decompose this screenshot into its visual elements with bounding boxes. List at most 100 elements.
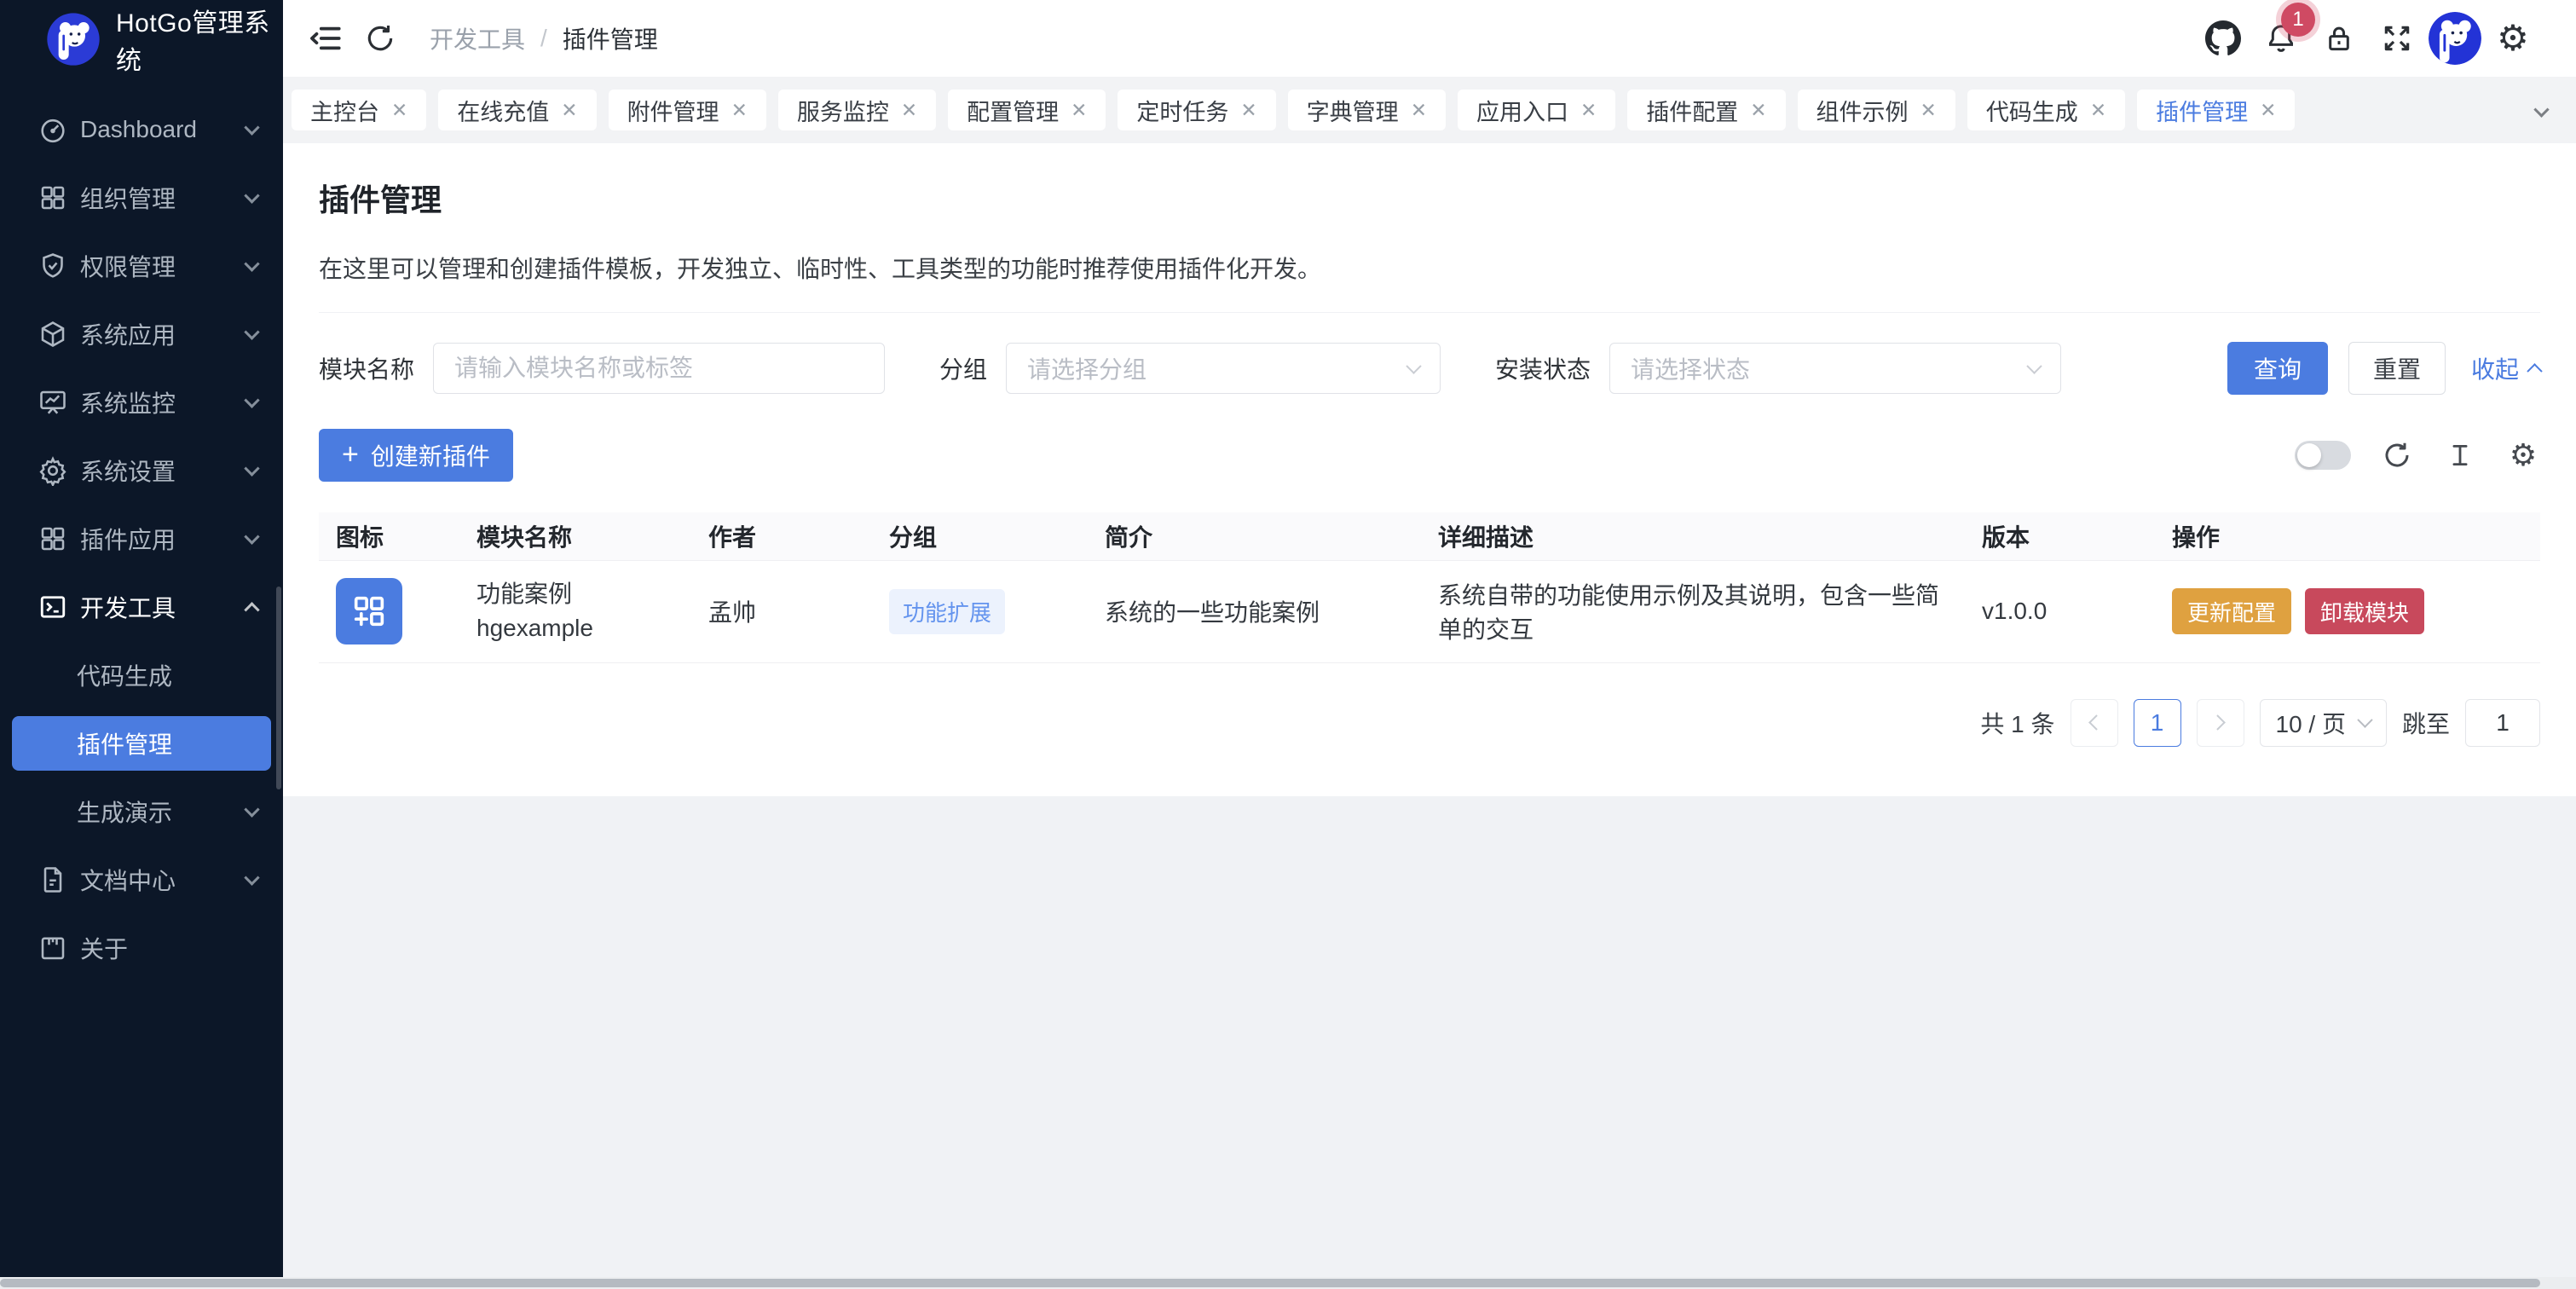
refresh-icon[interactable] <box>353 11 407 66</box>
sidebar-item-label: 插件应用 <box>80 522 246 556</box>
breadcrumb-parent[interactable]: 开发工具 <box>430 21 525 55</box>
user-avatar[interactable] <box>2426 11 2484 66</box>
chevron-up-icon <box>2527 363 2542 379</box>
sidebar-item-organization[interactable]: 组织管理 <box>0 164 283 232</box>
page-size-select[interactable]: 10 / 页 <box>2260 699 2387 747</box>
close-icon[interactable]: ✕ <box>901 99 917 122</box>
tab-plugin-config[interactable]: 插件配置✕ <box>1627 90 1785 130</box>
close-icon[interactable]: ✕ <box>561 99 577 122</box>
chevron-down-icon <box>244 256 259 271</box>
tab-code-generation[interactable]: 代码生成✕ <box>1967 90 2125 130</box>
install-status-select[interactable]: 请选择状态 <box>1609 343 2061 394</box>
sidebar-scrollbar-thumb[interactable] <box>276 587 281 789</box>
sidebar-item-generation-demo[interactable]: 生成演示 <box>0 777 283 846</box>
actions-cell: 更新配置 卸载模块 <box>2155 560 2540 662</box>
uninstall-module-button[interactable]: 卸载模块 <box>2305 588 2424 634</box>
tab-dictionary[interactable]: 字典管理✕ <box>1288 90 1446 130</box>
plus-icon: + <box>342 440 359 469</box>
close-icon[interactable]: ✕ <box>1920 99 1937 122</box>
document-icon <box>38 864 68 895</box>
fullscreen-icon[interactable] <box>2368 11 2426 66</box>
group-tag: 功能扩展 <box>889 589 1005 634</box>
chevron-up-icon <box>244 602 259 617</box>
github-icon[interactable] <box>2194 11 2252 66</box>
plugins-table: 图标 模块名称 作者 分组 简介 详细描述 版本 操作 <box>319 512 2540 663</box>
update-config-button[interactable]: 更新配置 <box>2172 588 2291 634</box>
app-logo-row[interactable]: HotGo管理系统 <box>0 0 283 78</box>
sidebar-item-docs-center[interactable]: 文档中心 <box>0 846 283 914</box>
create-plugin-button[interactable]: + 创建新插件 <box>319 429 513 482</box>
close-icon[interactable]: ✕ <box>731 99 748 122</box>
reload-table-icon[interactable] <box>2380 438 2414 472</box>
close-icon[interactable]: ✕ <box>391 99 407 122</box>
close-icon[interactable]: ✕ <box>1071 99 1087 122</box>
tab-plugin-management[interactable]: 插件管理✕ <box>2137 90 2295 130</box>
cube-icon <box>38 319 68 350</box>
sidebar-item-plugin-apps[interactable]: 插件应用 <box>0 505 283 573</box>
sidebar-item-about[interactable]: 关于 <box>0 914 283 982</box>
tab-console[interactable]: 主控台✕ <box>292 90 426 130</box>
search-button[interactable]: 查询 <box>2227 342 2328 395</box>
plugin-module-icon <box>336 578 402 644</box>
sidebar-item-label: 组织管理 <box>80 181 246 215</box>
tab-cron[interactable]: 定时任务✕ <box>1118 90 1275 130</box>
sidebar-item-system-apps[interactable]: 系统应用 <box>0 300 283 368</box>
tab-config[interactable]: 配置管理✕ <box>948 90 1106 130</box>
sidebar-item-plugin-management[interactable]: 插件管理 <box>12 716 271 771</box>
tab-attachments[interactable]: 附件管理✕ <box>609 90 766 130</box>
table-settings: ⚙ <box>2295 438 2540 472</box>
top-bar: 开发工具 / 插件管理 1 <box>283 0 2576 77</box>
chevron-down-icon <box>244 392 259 408</box>
striped-toggle[interactable] <box>2295 441 2351 470</box>
about-icon <box>38 933 68 963</box>
filter-form: 模块名称 分组 请选择分组 安装状态 请选择状态 查询 重置 收起 <box>319 342 2540 395</box>
reset-button[interactable]: 重置 <box>2348 342 2446 395</box>
close-icon[interactable]: ✕ <box>1411 99 1427 122</box>
sidebar-item-permissions[interactable]: 权限管理 <box>0 232 283 300</box>
sidebar-item-label: 文档中心 <box>80 863 246 897</box>
prev-page-button[interactable] <box>2071 699 2118 747</box>
breadcrumb-current[interactable]: 插件管理 <box>563 21 658 55</box>
next-page-button[interactable] <box>2197 699 2244 747</box>
sidebar-item-code-generation[interactable]: 代码生成 <box>0 641 283 709</box>
sidebar-item-monitoring[interactable]: 系统监控 <box>0 368 283 436</box>
tab-app-entry[interactable]: 应用入口✕ <box>1458 90 1615 130</box>
author-cell: 孟帅 <box>691 560 872 662</box>
chevron-down-icon <box>244 119 259 135</box>
sidebar-item-dev-tools[interactable]: 开发工具 <box>0 573 283 641</box>
close-icon[interactable]: ✕ <box>1580 99 1597 122</box>
col-header-actions: 操作 <box>2155 512 2540 560</box>
close-icon[interactable]: ✕ <box>2260 99 2276 122</box>
grid-icon <box>38 523 68 554</box>
sidebar-item-settings[interactable]: 系统设置 <box>0 436 283 505</box>
tab-online-recharge[interactable]: 在线充值✕ <box>438 90 596 130</box>
tab-service-monitor[interactable]: 服务监控✕ <box>778 90 936 130</box>
shield-check-icon <box>38 251 68 281</box>
close-icon[interactable]: ✕ <box>2090 99 2106 122</box>
jump-to-page-input[interactable] <box>2465 699 2540 747</box>
group-select[interactable]: 请选择分组 <box>1006 343 1441 394</box>
page-1-button[interactable]: 1 <box>2134 699 2181 747</box>
theme-settings-gear-icon[interactable]: ⚙ <box>2484 11 2542 66</box>
col-header-group: 分组 <box>872 512 1088 560</box>
tab-list-dropdown-icon[interactable] <box>2536 96 2552 124</box>
sidebar-item-label: Dashboard <box>80 116 246 143</box>
horizontal-scrollbar[interactable] <box>0 1277 2576 1289</box>
total-count-label: 共 1 条 <box>1980 706 2054 740</box>
chevron-down-icon <box>244 460 259 476</box>
chevron-down-icon <box>244 870 259 885</box>
row-density-icon[interactable] <box>2443 438 2477 472</box>
close-icon[interactable]: ✕ <box>1750 99 1766 122</box>
horizontal-scrollbar-thumb[interactable] <box>0 1279 2540 1287</box>
sidebar-item-label: 系统设置 <box>80 454 246 488</box>
collapse-sidebar-icon[interactable] <box>298 11 353 66</box>
close-icon[interactable]: ✕ <box>1240 99 1256 122</box>
sidebar-item-dashboard[interactable]: Dashboard <box>0 95 283 164</box>
collapse-filters-link[interactable]: 收起 <box>2471 351 2540 385</box>
jump-to-label: 跳至 <box>2402 706 2450 740</box>
notifications-bell-icon[interactable]: 1 <box>2252 11 2310 66</box>
column-settings-gear-icon[interactable]: ⚙ <box>2506 438 2540 472</box>
table-toolbar: + 创建新插件 ⚙ <box>319 429 2540 482</box>
module-name-input[interactable] <box>433 343 885 394</box>
tab-component-demo[interactable]: 组件示例✕ <box>1798 90 1955 130</box>
